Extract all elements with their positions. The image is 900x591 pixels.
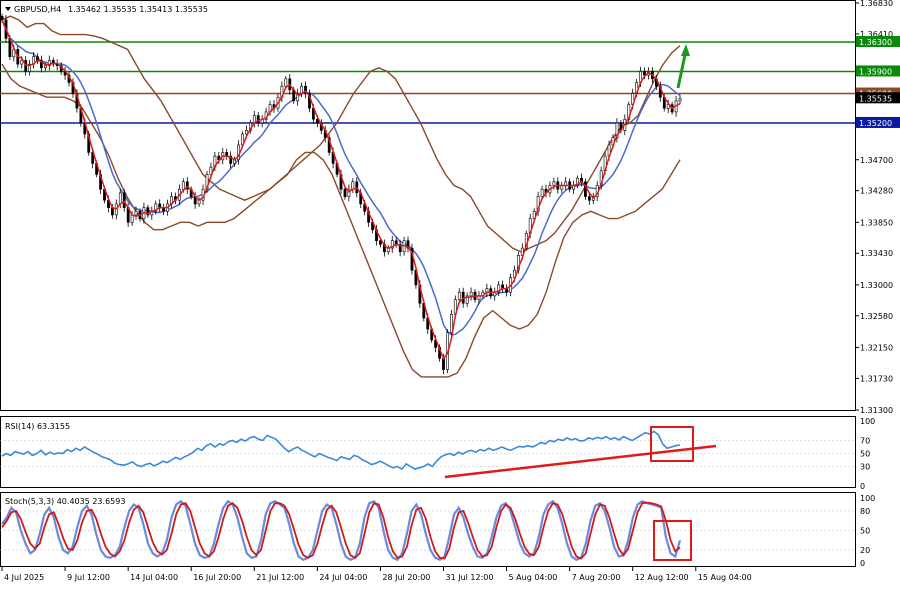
forex-chart: 1.368301.364101.363001.359001.356001.352… [0,0,900,587]
stoch-tick-label: 80 [860,507,870,516]
ohlc-label: 1.35462 1.35535 1.35413 1.35535 [68,5,208,14]
rsi-tick-label: 0 [860,482,865,491]
price-tick-label: 1.32580 [860,312,893,321]
current-price-tag-label: 1.35535 [859,94,892,103]
price-tick-label: 1.32150 [860,343,893,352]
stoch-label: Stoch(5,3,3) 40.4035 23.6593 [5,497,125,506]
price-panel-frame [0,0,856,411]
stoch-tick-label: 20 [860,546,870,555]
price-tick-label: 1.31300 [860,406,893,415]
time-tick-label: 24 Jul 04:00 [319,573,367,582]
rsi-label: RSI(14) 63.3155 [5,422,70,431]
time-tick-label: 9 Jul 12:00 [67,573,110,582]
price-tag-label: 1.35200 [859,119,892,128]
rsi-tick-label: 30 [860,463,870,472]
candle [410,243,414,275]
price-tag-label: 1.35900 [859,67,892,76]
rsi-tick-label: 100 [860,417,875,426]
stoch-tick-label: 100 [860,494,875,503]
symbol-label: GBPUSD,H4 [14,5,61,14]
time-tick-label: 28 Jul 20:00 [382,573,430,582]
price-tick-label: 1.34280 [860,187,893,196]
stoch-tick-label: 0 [860,559,865,568]
price-tick-label: 1.33850 [860,218,893,227]
candle [583,178,587,200]
price-tag-label: 1.36300 [859,38,892,47]
time-tick-label: 7 Aug 20:00 [572,573,621,582]
time-tick-label: 15 Aug 04:00 [698,573,752,582]
time-tick-label: 12 Aug 12:00 [635,573,689,582]
time-tick-label: 31 Jul 12:00 [445,573,493,582]
price-tick-label: 1.33430 [860,249,893,258]
time-tick-label: 4 Jul 2025 [4,573,44,582]
time-tick-label: 21 Jul 12:00 [256,573,304,582]
chart-svg: 1.368301.364101.363001.359001.356001.352… [0,0,900,582]
price-tick-label: 1.34700 [860,156,893,165]
price-tick-label: 1.36830 [860,0,893,8]
time-tick-label: 5 Aug 04:00 [509,573,558,582]
stoch-tick-label: 50 [860,527,870,536]
price-tick-label: 1.31730 [860,374,893,383]
rsi-panel-frame [0,416,856,488]
rsi-tick-label: 50 [860,450,870,459]
time-tick-label: 16 Jul 20:00 [193,573,241,582]
time-tick-label: 14 Jul 04:00 [130,573,178,582]
rsi-tick-label: 70 [860,437,870,446]
price-tick-label: 1.33000 [860,281,893,290]
